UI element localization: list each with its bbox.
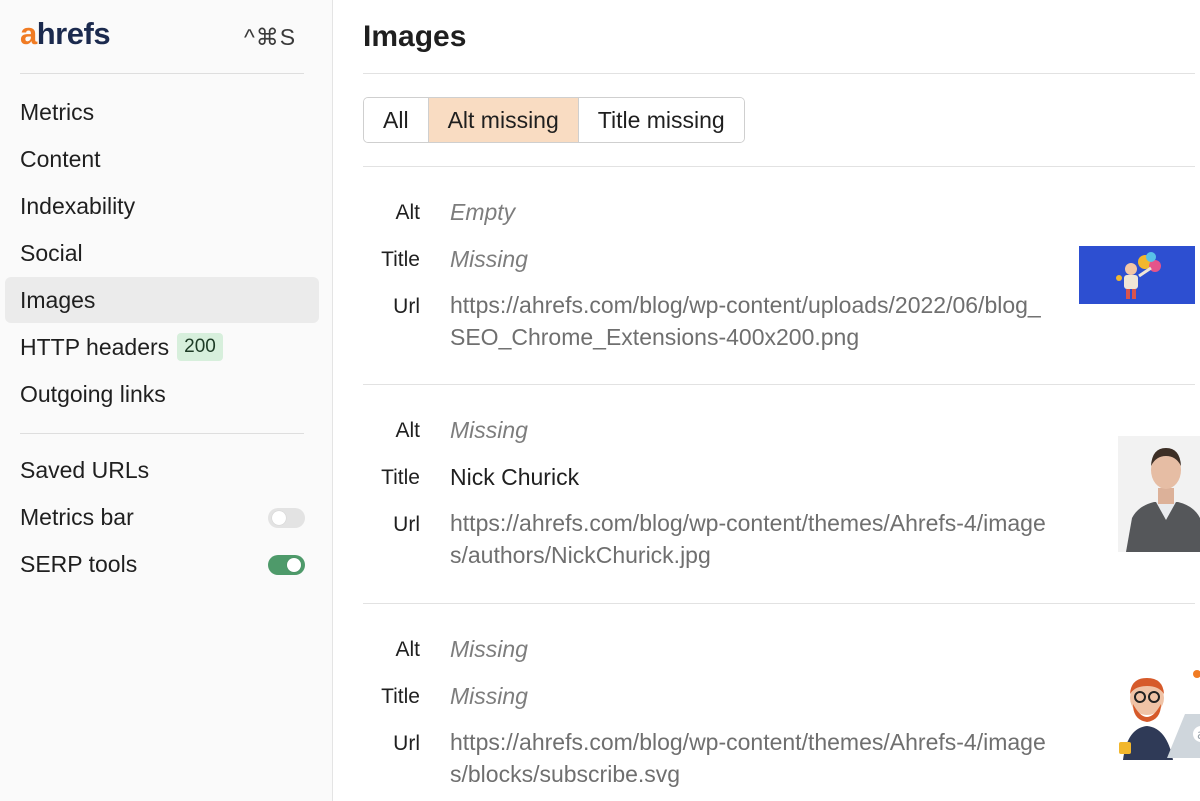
title-label: Title [381,248,420,271]
sidebar-item-label: SERP tools [20,550,138,577]
image-row: Alt Empty Title Missing Url https://ahre… [363,167,1195,385]
sidebar-item-label: Social [20,239,83,266]
sidebar-item-label: Metrics bar [20,503,134,530]
sidebar-item-content[interactable]: Content [5,136,319,182]
image-row: Alt Missing Title Nick Churick Url https… [363,385,1200,603]
sidebar-item-label: Content [20,145,101,172]
logo-letter-a: a [20,16,37,51]
subscribe-illustration-icon: a [1109,664,1200,760]
chrome-extensions-illustration-icon [1079,246,1195,304]
title-label: Title [381,466,420,489]
toggle-knob [272,511,286,525]
alt-label: Alt [395,638,420,661]
keyboard-shortcut: ^⌘S [244,24,297,50]
sidebar-item-indexability[interactable]: Indexability [5,183,319,229]
sidebar-item-images[interactable]: Images [5,277,319,323]
sidebar-item-label: Images [20,286,96,313]
ahrefs-logo[interactable]: ahrefs [20,14,111,54]
status-code-badge: 200 [177,333,223,361]
person-portrait-icon [1118,436,1200,552]
sidebar-item-metrics[interactable]: Metrics [5,89,319,135]
sidebar-item-outgoing-links[interactable]: Outgoing links [5,371,319,417]
sidebar-item-label: Metrics [20,98,95,125]
sidebar-item-label: Outgoing links [20,380,166,407]
image-thumbnail-author-photo[interactable] [1118,436,1200,552]
alt-value: Missing [450,417,528,443]
alt-label: Alt [395,419,420,442]
sidebar-item-social[interactable]: Social [5,230,319,276]
url-label: Url [393,295,420,318]
title-value: Nick Churick [450,464,580,490]
url-label: Url [393,513,420,536]
alt-label: Alt [395,201,420,224]
image-thumbnail-subscribe[interactable]: a [1109,664,1200,760]
image-thumbnail-chrome-extensions[interactable] [1079,246,1195,304]
sidebar-item-serp-tools: SERP tools [5,541,319,587]
sidebar-item-label: Saved URLs [20,456,150,483]
filter-tabs: All Alt missing Title missing [363,97,745,143]
alt-value: Empty [450,199,516,225]
sidebar-item-saved-urls[interactable]: Saved URLs [5,447,319,493]
title-value: Missing [450,246,528,272]
tab-title-missing[interactable]: Title missing [578,98,744,142]
tab-alt-missing[interactable]: Alt missing [428,98,579,142]
sidebar-item-metrics-bar: Metrics bar [5,494,319,540]
metrics-bar-toggle[interactable] [268,508,305,528]
image-url[interactable]: https://ahrefs.com/blog/wp-content/uploa… [450,289,1050,353]
image-url[interactable]: https://ahrefs.com/blog/wp-content/theme… [450,507,1050,571]
title-value: Missing [450,683,528,709]
sidebar-divider [20,433,304,434]
sidebar-divider [20,73,304,74]
sidebar-item-http-headers[interactable]: HTTP headers 200 [5,324,319,370]
serp-tools-toggle[interactable] [268,555,305,575]
alt-value: Missing [450,636,528,662]
toggle-knob [287,558,301,572]
sidebar-item-label: HTTP headers [20,333,170,360]
logo-rest: hrefs [36,16,111,51]
sidebar: ahrefs ^⌘S Metrics Content Indexability … [0,0,333,801]
title-label: Title [381,685,420,708]
main-panel: Images All Alt missing Title missing Alt… [334,0,1200,801]
header-divider [363,73,1195,74]
tab-all[interactable]: All [364,98,429,142]
image-row: Alt Missing Title Missing Url https://ah… [363,604,1200,801]
page-title: Images [363,20,467,53]
sidebar-item-label: Indexability [20,192,136,219]
image-url[interactable]: https://ahrefs.com/blog/wp-content/theme… [450,726,1050,790]
url-label: Url [393,732,420,755]
